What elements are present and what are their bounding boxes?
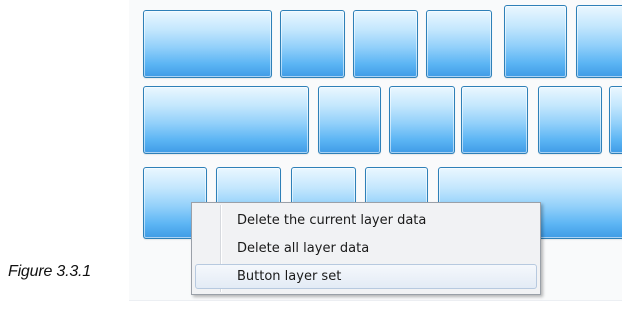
layer-button[interactable] — [318, 86, 381, 154]
layer-button[interactable] — [609, 86, 622, 154]
layer-button[interactable] — [143, 86, 309, 154]
layer-button[interactable] — [143, 10, 272, 78]
layer-button[interactable] — [353, 10, 418, 78]
figure-caption: Figure 3.3.1 — [8, 263, 91, 280]
layer-button[interactable] — [504, 5, 567, 78]
menu-item-delete-all-layer-data[interactable]: Delete all layer data — [195, 236, 537, 261]
layer-button[interactable] — [576, 5, 622, 78]
menu-item-button-layer-set[interactable]: Button layer set — [195, 264, 537, 289]
layer-button[interactable] — [280, 10, 345, 78]
layer-button[interactable] — [389, 86, 455, 154]
panel-divider — [129, 300, 622, 301]
layer-button[interactable] — [426, 10, 492, 78]
context-menu: Delete the current layer data Delete all… — [191, 202, 541, 295]
layer-button[interactable] — [538, 86, 602, 154]
layer-button[interactable] — [461, 86, 528, 154]
menu-item-delete-current-layer-data[interactable]: Delete the current layer data — [195, 208, 537, 233]
